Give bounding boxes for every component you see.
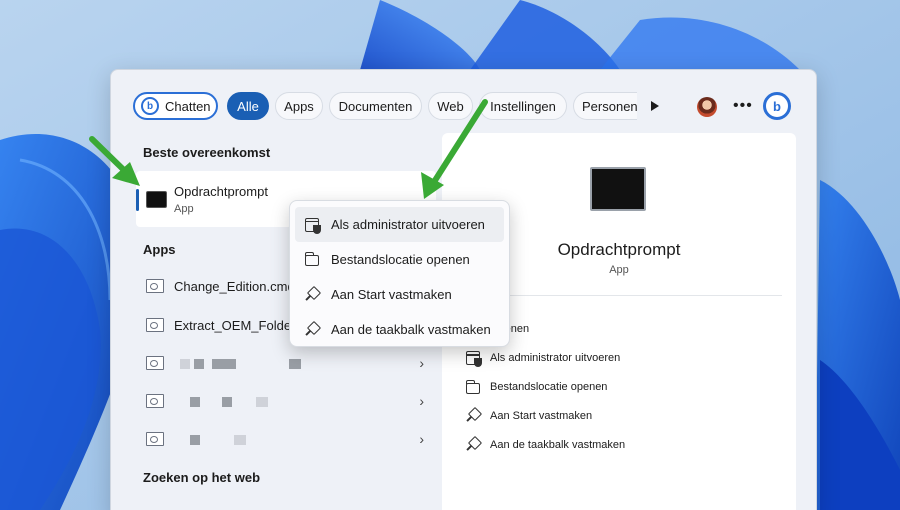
menu-item-pin-to-start[interactable]: Aan Start vastmaken — [295, 277, 504, 312]
action-label: Bestandslocatie openen — [490, 381, 608, 393]
pin-icon — [305, 323, 319, 337]
tab-label: Instellingen — [490, 98, 556, 114]
file-icon — [146, 318, 164, 332]
tab-people[interactable]: Personen — [573, 92, 637, 120]
list-item[interactable]: › — [136, 384, 436, 418]
web-search-heading: Zoeken op het web — [143, 470, 261, 485]
search-filter-tabs: b Chatten Alle Apps Documenten Web Inste… — [111, 70, 816, 130]
apps-heading: Apps — [143, 242, 176, 257]
tab-web[interactable]: Web — [428, 92, 473, 120]
redacted-text — [212, 359, 236, 369]
redacted-text — [222, 397, 232, 407]
play-icon[interactable] — [651, 101, 659, 111]
more-icon[interactable]: ••• — [733, 97, 753, 115]
tab-label: Web — [437, 98, 464, 114]
action-open-file-location[interactable]: Bestandslocatie openen — [465, 376, 608, 398]
tab-label: Chatten — [165, 98, 211, 114]
chevron-right-icon[interactable]: › — [419, 431, 424, 447]
best-match-name: Opdrachtprompt — [174, 184, 268, 199]
menu-item-label: Aan de taakbalk vastmaken — [331, 322, 491, 337]
action-label: Aan de taakbalk vastmaken — [490, 439, 626, 451]
redacted-text — [194, 359, 204, 369]
redacted-text — [256, 397, 268, 407]
action-run-as-admin[interactable]: Als administrator uitvoeren — [466, 347, 620, 369]
chevron-right-icon[interactable]: › — [419, 355, 424, 371]
tab-settings[interactable]: Instellingen — [479, 92, 567, 120]
action-pin-to-taskbar[interactable]: Aan de taakbalk vastmaken — [466, 434, 625, 456]
action-label: Aan Start vastmaken — [490, 410, 593, 422]
best-match-type: App — [174, 203, 194, 215]
list-item-label: Change_Edition.cmd — [174, 279, 295, 294]
pin-icon — [305, 288, 319, 302]
menu-item-label: Als administrator uitvoeren — [331, 217, 485, 232]
menu-item-open-file-location[interactable]: Bestandslocatie openen — [295, 242, 504, 277]
tab-label: Personen — [582, 98, 637, 114]
user-avatar[interactable] — [697, 97, 717, 117]
tab-apps[interactable]: Apps — [275, 92, 323, 120]
redacted-text — [289, 359, 301, 369]
command-prompt-icon — [590, 167, 646, 211]
file-icon — [146, 432, 164, 446]
file-icon — [146, 394, 164, 408]
tab-documents[interactable]: Documenten — [329, 92, 422, 120]
tab-chat[interactable]: b Chatten — [133, 92, 218, 120]
tab-label: Apps — [284, 98, 314, 114]
redacted-text — [180, 359, 190, 369]
redacted-text — [234, 435, 246, 445]
tab-label: Documenten — [338, 98, 413, 114]
menu-item-pin-to-taskbar[interactable]: Aan de taakbalk vastmaken — [295, 312, 504, 347]
action-pin-to-start[interactable]: Aan Start vastmaken — [466, 405, 592, 427]
file-icon — [146, 356, 164, 370]
redacted-text — [190, 435, 200, 445]
admin-shield-icon — [305, 217, 321, 234]
menu-item-label: Bestandslocatie openen — [331, 252, 470, 267]
file-icon — [146, 279, 164, 293]
chevron-right-icon[interactable]: › — [419, 393, 424, 409]
list-item[interactable]: › — [136, 346, 436, 380]
command-prompt-icon — [146, 191, 167, 208]
pin-icon — [466, 409, 480, 423]
tab-label: Alle — [237, 98, 259, 114]
context-menu: Als administrator uitvoeren Bestandsloca… — [289, 200, 510, 347]
folder-icon — [304, 252, 319, 266]
bing-icon: b — [141, 97, 159, 115]
action-label: Als administrator uitvoeren — [490, 352, 621, 364]
pin-icon — [466, 438, 480, 452]
redacted-text — [190, 397, 200, 407]
menu-item-label: Aan Start vastmaken — [331, 287, 452, 302]
selection-indicator — [136, 189, 139, 211]
menu-item-run-as-admin[interactable]: Als administrator uitvoeren — [295, 207, 504, 242]
best-match-heading: Beste overeenkomst — [143, 145, 271, 160]
tab-all[interactable]: Alle — [227, 92, 269, 120]
bing-icon[interactable]: b — [763, 92, 791, 120]
list-item[interactable]: › — [136, 422, 436, 456]
folder-icon — [465, 379, 480, 394]
admin-shield-icon — [466, 351, 482, 367]
